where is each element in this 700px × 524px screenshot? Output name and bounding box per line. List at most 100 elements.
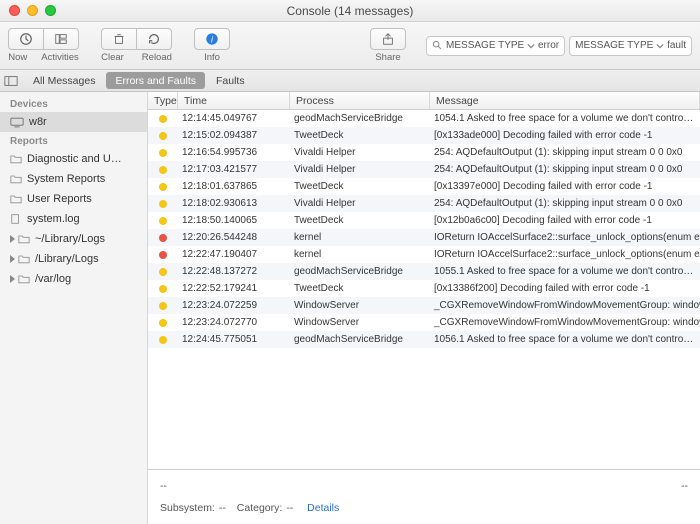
error-icon <box>159 115 167 123</box>
row-process: WindowServer <box>290 317 430 328</box>
detail-right: -- <box>681 480 688 492</box>
table-row[interactable]: 12:18:02.930613Vivaldi Helper254: AQDefa… <box>148 195 700 212</box>
sidebar-item-label: Diagnostic and U… <box>27 153 122 165</box>
row-message: 254: AQDefaultOutput (1): skipping input… <box>430 164 700 175</box>
table-row[interactable]: 12:18:01.637865TweetDeck[0x13397e000] De… <box>148 178 700 195</box>
disclosure-icon[interactable] <box>10 255 15 263</box>
share-button[interactable] <box>370 28 406 50</box>
error-icon <box>159 166 167 174</box>
sidebar-item-user-reports[interactable]: User Reports <box>0 189 147 209</box>
fault-icon <box>159 234 167 242</box>
row-time: 12:15:02.094387 <box>178 130 290 141</box>
now-button[interactable] <box>8 28 44 50</box>
col-type[interactable]: Type <box>148 92 178 109</box>
tab-all-messages[interactable]: All Messages <box>24 72 104 89</box>
log-rows: 12:14:45.049767geodMachServiceBridge1054… <box>148 110 700 348</box>
table-row[interactable]: 12:22:47.190407kernelIOReturn IOAccelSur… <box>148 246 700 263</box>
log-content: Type Time Process Message 12:14:45.04976… <box>148 92 700 524</box>
col-process[interactable]: Process <box>290 92 430 109</box>
table-row[interactable]: 12:16:54.995736Vivaldi Helper254: AQDefa… <box>148 144 700 161</box>
disclosure-icon[interactable] <box>10 235 15 243</box>
clear-button[interactable] <box>101 28 137 50</box>
sidebar-item-label: system.log <box>27 213 80 225</box>
table-row[interactable]: 12:15:02.094387TweetDeck[0x133ade000] De… <box>148 127 700 144</box>
row-process: kernel <box>290 249 430 260</box>
filter-bar: All Messages Errors and Faults Faults <box>0 70 700 92</box>
error-icon <box>159 336 167 344</box>
chevron-down-icon <box>527 42 535 50</box>
column-headers: Type Time Process Message <box>148 92 700 110</box>
row-time: 12:23:24.072259 <box>178 300 290 311</box>
search-filter-error[interactable]: MESSAGE TYPE error <box>426 36 565 56</box>
sidebar-item-system-reports[interactable]: System Reports <box>0 169 147 189</box>
row-process: TweetDeck <box>290 215 430 226</box>
sidebar-item-system-log[interactable]: system.log <box>0 209 147 229</box>
folder-icon <box>18 234 30 244</box>
reload-button[interactable] <box>136 28 172 50</box>
folder-icon <box>10 154 22 164</box>
col-message[interactable]: Message <box>430 92 700 109</box>
search-value: error <box>538 40 559 51</box>
row-time: 12:22:47.190407 <box>178 249 290 260</box>
table-row[interactable]: 12:20:26.544248kernelIOReturn IOAccelSur… <box>148 229 700 246</box>
row-time: 12:17:03.421577 <box>178 164 290 175</box>
sidebar-item-home-logs[interactable]: ~/Library/Logs <box>0 229 147 249</box>
folder-icon <box>10 194 22 204</box>
row-process: WindowServer <box>290 300 430 311</box>
row-process: Vivaldi Helper <box>290 147 430 158</box>
activities-button[interactable] <box>43 28 79 50</box>
details-link[interactable]: Details <box>307 502 339 514</box>
sidebar-item-label: /Library/Logs <box>35 253 99 265</box>
sidebar-device[interactable]: w8r <box>0 112 147 132</box>
folder-icon <box>18 274 30 284</box>
row-process: TweetDeck <box>290 283 430 294</box>
table-row[interactable]: 12:24:45.775051geodMachServiceBridge1056… <box>148 331 700 348</box>
sidebar-toggle-icon[interactable] <box>4 74 18 88</box>
table-row[interactable]: 12:23:24.072259WindowServer_CGXRemoveWin… <box>148 297 700 314</box>
row-message: 1054.1 Asked to free space for a volume … <box>430 113 700 124</box>
row-time: 12:23:24.072770 <box>178 317 290 328</box>
chevron-down-icon <box>656 42 664 50</box>
detail-empty: -- <box>160 480 167 492</box>
row-time: 12:24:45.775051 <box>178 334 290 345</box>
file-icon <box>10 214 22 224</box>
clear-label: Clear <box>101 52 124 63</box>
fault-icon <box>159 251 167 259</box>
table-row[interactable]: 12:22:52.179241TweetDeck[0x13386f200] De… <box>148 280 700 297</box>
error-icon <box>159 268 167 276</box>
tab-faults[interactable]: Faults <box>207 72 254 89</box>
row-process: Vivaldi Helper <box>290 164 430 175</box>
category-label: Category: <box>237 502 283 514</box>
row-message: [0x12b0a6c00] Decoding failed with error… <box>430 215 700 226</box>
row-time: 12:16:54.995736 <box>178 147 290 158</box>
sidebar-item-library-logs[interactable]: /Library/Logs <box>0 249 147 269</box>
sidebar-devices-header: Devices <box>0 95 147 112</box>
row-time: 12:18:02.930613 <box>178 198 290 209</box>
table-row[interactable]: 12:17:03.421577Vivaldi Helper254: AQDefa… <box>148 161 700 178</box>
window-title: Console (14 messages) <box>0 4 700 18</box>
table-row[interactable]: 12:22:48.137272geodMachServiceBridge1055… <box>148 263 700 280</box>
col-time[interactable]: Time <box>178 92 290 109</box>
toolbar: NowActivities ClearReload i Info Share M… <box>0 22 700 70</box>
row-message: _CGXRemoveWindowFromWindowMovementGroup:… <box>430 317 700 328</box>
row-message: _CGXRemoveWindowFromWindowMovementGroup:… <box>430 300 700 311</box>
search-filter-fault[interactable]: MESSAGE TYPE fault <box>569 36 692 56</box>
row-process: kernel <box>290 232 430 243</box>
subsystem-value: -- <box>219 502 226 514</box>
table-row[interactable]: 12:14:45.049767geodMachServiceBridge1054… <box>148 110 700 127</box>
error-icon <box>159 285 167 293</box>
table-row[interactable]: 12:18:50.140065TweetDeck[0x12b0a6c00] De… <box>148 212 700 229</box>
sidebar-item-diagnostic[interactable]: Diagnostic and U… <box>0 149 147 169</box>
table-row[interactable]: 12:23:24.072770WindowServer_CGXRemoveWin… <box>148 314 700 331</box>
sidebar-item-var-log[interactable]: /var/log <box>0 269 147 289</box>
folder-icon <box>18 254 30 264</box>
row-time: 12:18:01.637865 <box>178 181 290 192</box>
tab-errors-faults[interactable]: Errors and Faults <box>106 72 205 89</box>
error-icon <box>159 217 167 225</box>
error-icon <box>159 149 167 157</box>
disclosure-icon[interactable] <box>10 275 15 283</box>
reload-label: Reload <box>142 52 172 63</box>
info-button[interactable]: i <box>194 28 230 50</box>
activities-label: Activities <box>41 52 78 63</box>
row-time: 12:14:45.049767 <box>178 113 290 124</box>
